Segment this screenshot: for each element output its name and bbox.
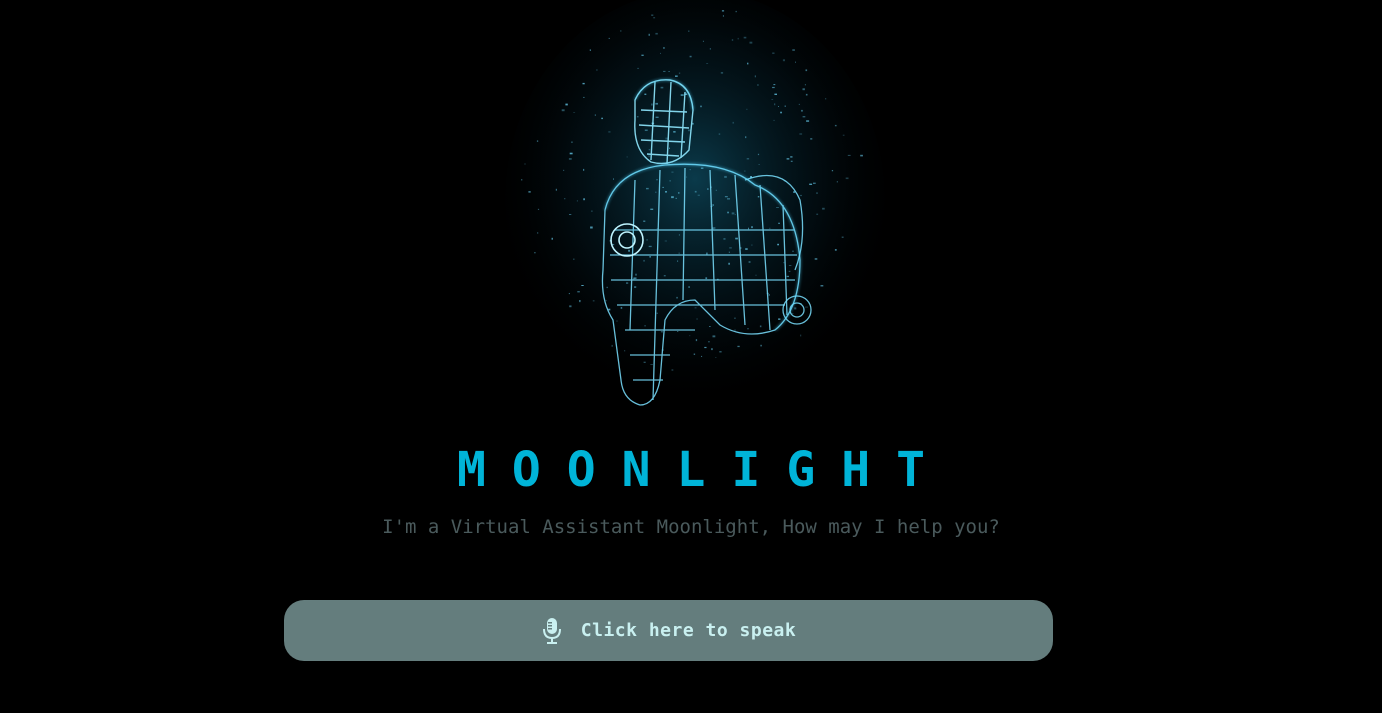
speak-button[interactable]: Click here to speak [284, 600, 1053, 661]
microphone-icon [541, 617, 563, 645]
hologram-figure-icon [505, 0, 885, 410]
speak-button-label: Click here to speak [580, 620, 797, 641]
app-subtitle: I'm a Virtual Assistant Moonlight, How m… [382, 516, 1000, 538]
app-title: MOONLIGHT [456, 442, 952, 498]
hologram-hero-image [495, 0, 887, 436]
